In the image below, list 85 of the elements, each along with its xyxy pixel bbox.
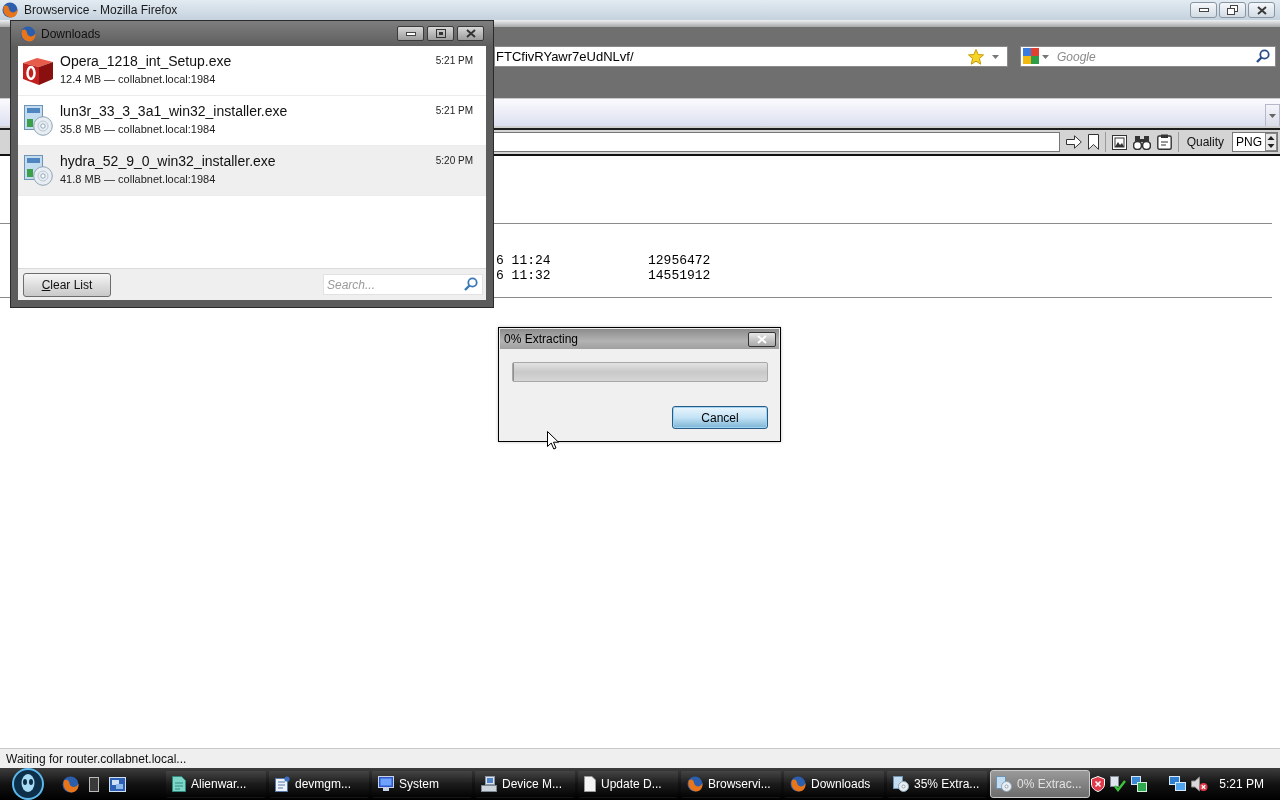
input-field[interactable]	[494, 132, 1060, 152]
muted-speaker-icon[interactable]	[1191, 776, 1209, 792]
clipboard-icon[interactable]	[1156, 134, 1172, 150]
globe-icon	[790, 776, 806, 792]
monitor-icon	[378, 776, 394, 792]
file-details: 35.8 MB — collabnet.local:1984	[60, 122, 216, 136]
close-icon	[465, 29, 476, 38]
spin-arrows-icon[interactable]	[1265, 133, 1277, 151]
minimize-icon	[405, 31, 416, 36]
listing-cell: 14551912	[648, 268, 711, 283]
close-button[interactable]	[748, 331, 776, 347]
listing-cell: 6 11:24	[496, 253, 551, 268]
close-button[interactable]	[457, 26, 484, 41]
clock[interactable]: 5:21 PM	[1219, 777, 1264, 791]
file-name: lun3r_33_3_3a1_win32_installer.exe	[60, 102, 288, 120]
listing-cell: 12956472	[648, 253, 711, 268]
search-icon[interactable]	[1256, 49, 1270, 63]
file-name: Opera_1218_int_Setup.exe	[60, 52, 232, 70]
arrow-right-icon[interactable]	[1065, 135, 1082, 149]
start-orb-icon[interactable]	[12, 768, 44, 800]
taskbar-button[interactable]: Alienwar...	[166, 770, 266, 798]
search-icon[interactable]	[464, 277, 478, 291]
page-icon	[584, 776, 596, 792]
caret-icon[interactable]	[1042, 55, 1049, 59]
binoculars-icon[interactable]	[1132, 134, 1151, 150]
close-icon	[1256, 5, 1267, 15]
minimize-button[interactable]	[397, 26, 424, 41]
taskbar-button[interactable]: Update D...	[578, 770, 678, 798]
maximize-button[interactable]	[427, 26, 454, 41]
download-time: 5:21 PM	[435, 55, 473, 66]
taskbar-button[interactable]: 35% Extra...	[887, 770, 987, 798]
window-title: Downloads	[41, 26, 101, 41]
status-text: Waiting for router.collabnet.local...	[6, 751, 187, 766]
disc-icon	[22, 154, 54, 186]
shield-icon[interactable]	[1091, 776, 1106, 792]
address-field[interactable]: FTCfivRYawr7eUdNLvf/	[494, 46, 1008, 67]
cancel-button[interactable]: Cancel	[672, 406, 768, 429]
listing-cell: 6 11:32	[496, 268, 551, 283]
tiles-icon[interactable]	[1023, 48, 1039, 64]
download-time: 5:21 PM	[435, 105, 473, 116]
bookmark-icon[interactable]	[1087, 134, 1099, 150]
download-time: 5:20 PM	[435, 155, 473, 166]
taskbar-button[interactable]: Browservi...	[681, 770, 781, 798]
globe-icon	[2, 2, 18, 18]
notepad-icon	[275, 776, 290, 792]
disc-icon	[22, 104, 54, 136]
window-title: Browservice - Mozilla Firefox	[24, 3, 178, 17]
globe-icon[interactable]	[62, 775, 79, 793]
overflow-button[interactable]	[1265, 104, 1280, 126]
minimize-icon	[1198, 8, 1209, 12]
squares-icon[interactable]	[1131, 776, 1148, 792]
globe-icon	[687, 776, 703, 792]
image-icon[interactable]	[1111, 134, 1127, 150]
monitors-icon[interactable]	[1169, 776, 1187, 792]
dialog-title: 0% Extracting	[504, 332, 579, 346]
maximize-icon	[435, 29, 446, 38]
file-details: 12.4 MB — collabnet.local:1984	[60, 72, 216, 86]
taskbar-button[interactable]: Downloads	[784, 770, 884, 798]
computer-icon	[481, 776, 497, 792]
taskbar-button[interactable]: devmgm...	[269, 770, 369, 798]
globe-icon	[20, 25, 36, 42]
close-button[interactable]	[1248, 2, 1275, 18]
format-spinbox[interactable]: PNG	[1232, 132, 1278, 152]
caret-icon[interactable]	[992, 54, 999, 59]
file-name: hydra_52_9_0_win32_installer.exe	[60, 152, 276, 170]
restore-icon	[1227, 5, 1238, 15]
disc-icon	[996, 776, 1012, 792]
file-details: 41.8 MB — collabnet.local:1984	[60, 172, 216, 186]
taskbar-button[interactable]: System	[372, 770, 472, 798]
restore-button[interactable]	[1219, 2, 1246, 18]
search-field[interactable]: Google	[1020, 46, 1276, 67]
clear-list-button[interactable]: Clear List	[23, 272, 111, 297]
star-icon[interactable]	[968, 48, 984, 65]
minimize-button[interactable]	[1190, 2, 1217, 18]
quality-label: Quality	[1185, 135, 1225, 149]
download-item[interactable]: Opera_1218_int_Setup.exe 12.4 MB — collabnet.local:1984 5:21 PM	[18, 46, 486, 96]
document-icon	[172, 776, 186, 792]
windows-icon[interactable]	[109, 776, 126, 792]
disc-icon	[893, 776, 909, 792]
taskbar-button[interactable]: Device M...	[475, 770, 575, 798]
close-icon	[757, 334, 767, 344]
device-icon[interactable]	[89, 776, 99, 792]
caret-icon	[1269, 113, 1276, 118]
download-item[interactable]: hydra_52_9_0_win32_installer.exe 41.8 MB — collabnet.local:1984 5:20 PM	[18, 146, 486, 196]
check-icon[interactable]	[1110, 776, 1127, 792]
